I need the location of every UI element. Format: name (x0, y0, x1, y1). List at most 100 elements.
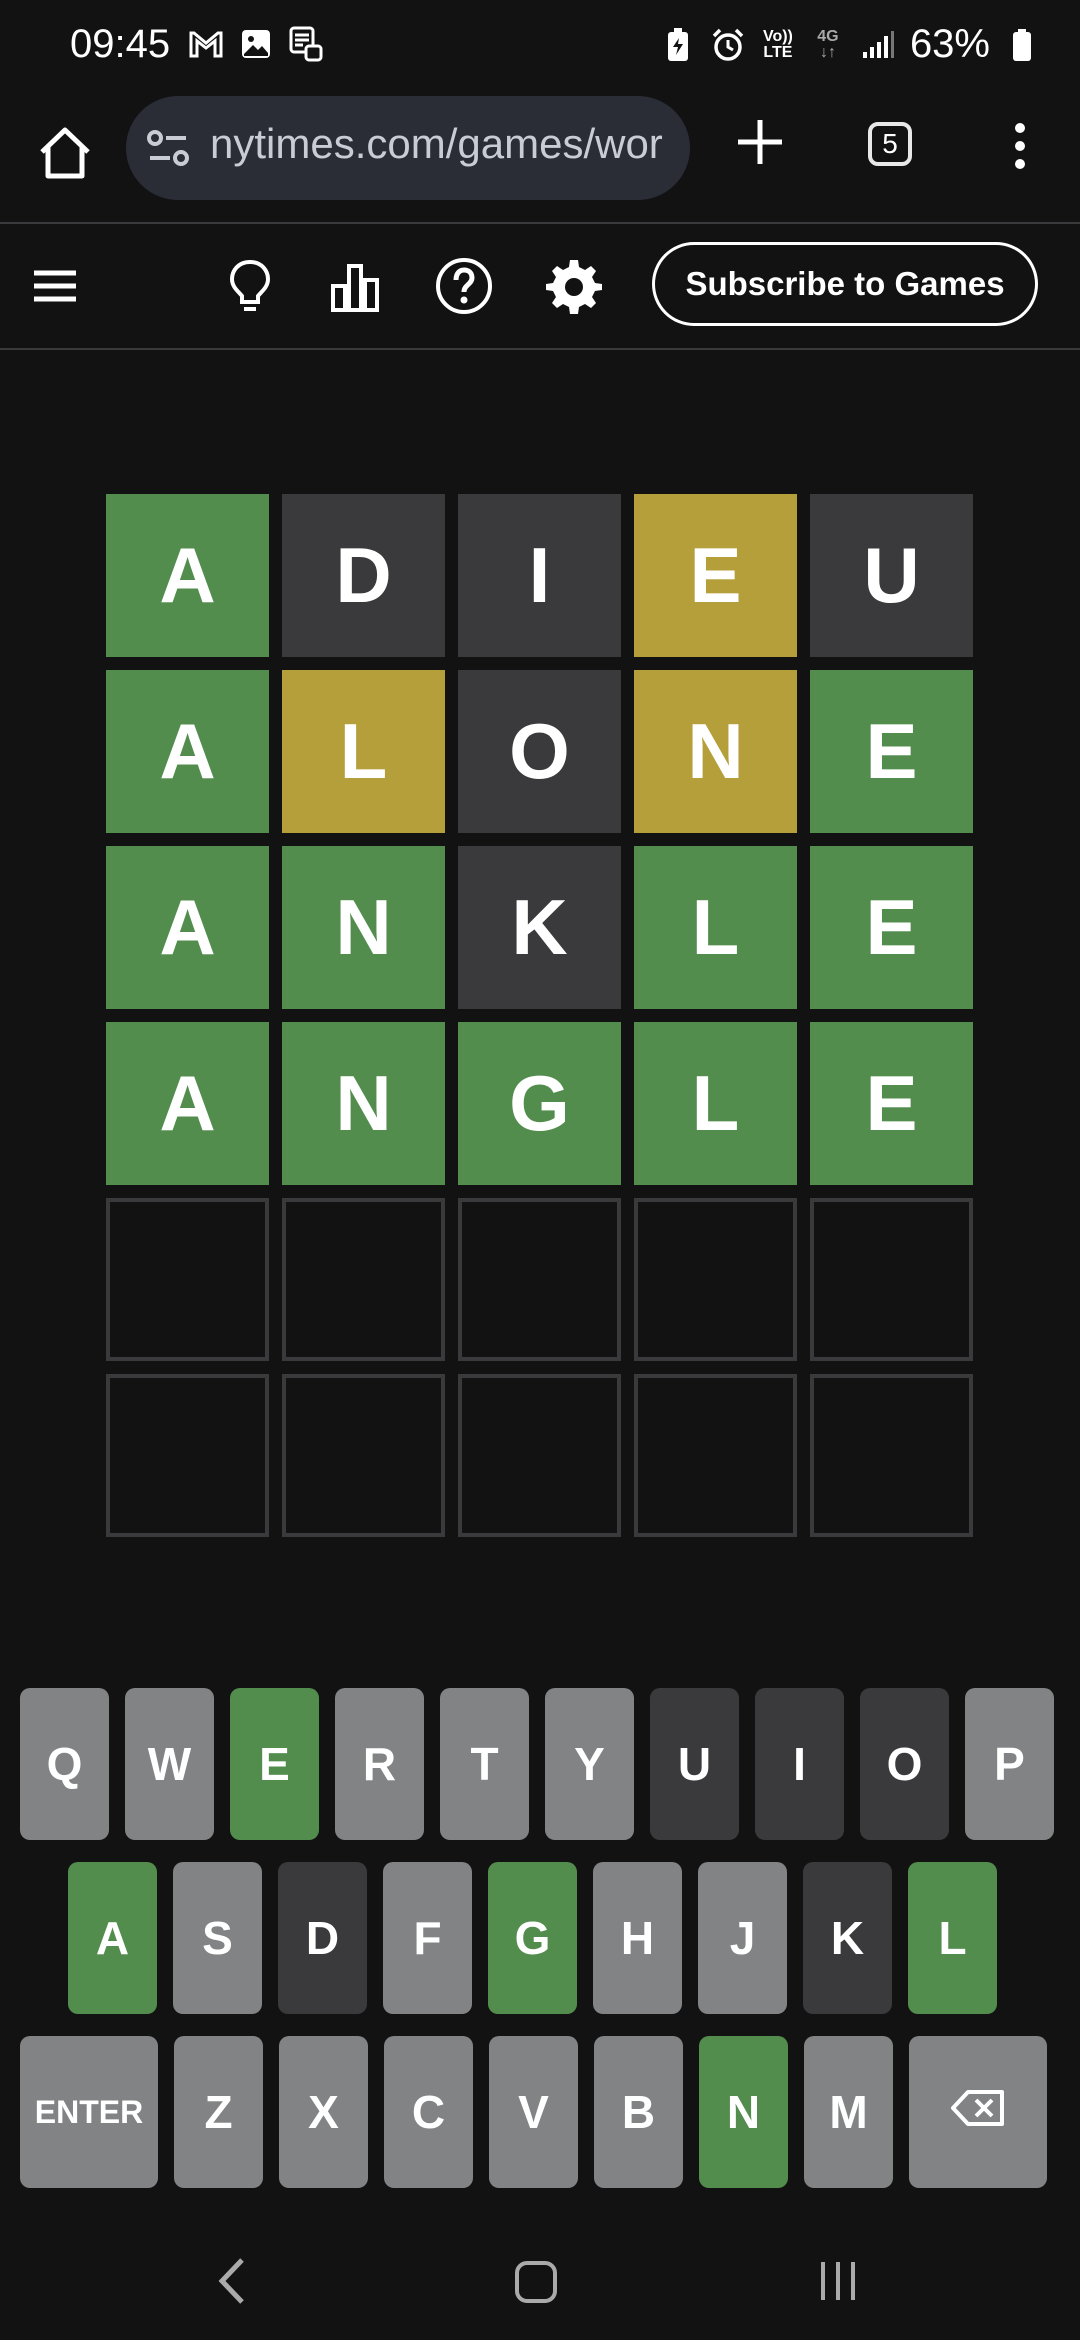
status-right-icons: Vo)) LTE 4G ↓↑ 63% (660, 22, 1040, 67)
key-o[interactable]: O (860, 1688, 949, 1840)
board-row: ANGLE (106, 1022, 974, 1185)
data-4g-icon: 4G ↓↑ (817, 27, 839, 61)
tile: G (458, 1022, 621, 1185)
nav-home-icon[interactable] (514, 2260, 558, 2304)
browser-home-button[interactable] (30, 118, 100, 188)
key-u[interactable]: U (650, 1688, 739, 1840)
tile: E (810, 670, 973, 833)
tile: L (634, 1022, 797, 1185)
new-tab-button[interactable] (730, 112, 790, 172)
game-board: ADIEUALONEANKLEANGLE (106, 494, 974, 1550)
board-row (106, 1374, 974, 1537)
plus-icon (738, 120, 782, 164)
on-screen-keyboard: Q W E R T Y U I O P A S D F G H J K L ENTER Z X C V B N M (20, 1688, 1060, 2210)
game-header: Subscribe to Games (0, 224, 1080, 348)
gmail-icon (188, 26, 224, 62)
key-n[interactable]: N (699, 2036, 788, 2188)
tile (458, 1374, 621, 1537)
key-z[interactable]: Z (174, 2036, 263, 2188)
keyboard-row: QWERTYUIOP (20, 1688, 1060, 1840)
tile: I (458, 494, 621, 657)
settings-gear-icon[interactable] (544, 256, 604, 316)
signal-icon (860, 27, 896, 63)
volte-icon: Vo)) LTE (762, 27, 793, 61)
key-m[interactable]: M (804, 2036, 893, 2188)
battery-icon (1004, 27, 1040, 63)
tile (634, 1374, 797, 1537)
nav-back-icon[interactable] (212, 2256, 252, 2306)
key-x[interactable]: X (279, 2036, 368, 2188)
key-l[interactable]: L (908, 1862, 997, 2014)
key-r[interactable]: R (335, 1688, 424, 1840)
subscribe-button[interactable]: Subscribe to Games (652, 242, 1038, 326)
tile: K (458, 846, 621, 1009)
key-i[interactable]: I (755, 1688, 844, 1840)
tile: E (810, 1022, 973, 1185)
url-text: nytimes.com/games/wor (210, 120, 663, 167)
keyboard-row: ASDFGHJKL (20, 1862, 1060, 2014)
tile: L (634, 846, 797, 1009)
tile (106, 1198, 269, 1361)
key-b[interactable]: B (594, 2036, 683, 2188)
screenshot-icon (288, 26, 324, 62)
tile (458, 1198, 621, 1361)
tile: A (106, 670, 269, 833)
tile (282, 1198, 445, 1361)
backspace-icon (950, 2085, 1006, 2139)
more-vertical-icon (1015, 123, 1025, 169)
board-row (106, 1198, 974, 1361)
divider (0, 348, 1080, 350)
tile: N (282, 1022, 445, 1185)
key-c[interactable]: C (384, 2036, 473, 2188)
tile (282, 1374, 445, 1537)
system-nav-bar (0, 2210, 1080, 2340)
tile: N (634, 670, 797, 833)
backspace-key[interactable] (909, 2036, 1047, 2188)
help-icon[interactable] (434, 256, 494, 316)
status-time: 09:45 (70, 22, 171, 66)
address-bar[interactable]: nytimes.com/games/wor (126, 96, 690, 200)
home-icon (40, 127, 90, 179)
board-row: ADIEU (106, 494, 974, 657)
tile: A (106, 1022, 269, 1185)
key-h[interactable]: H (593, 1862, 682, 2014)
key-y[interactable]: Y (545, 1688, 634, 1840)
key-q[interactable]: Q (20, 1688, 109, 1840)
key-g[interactable]: G (488, 1862, 577, 2014)
gallery-icon (238, 26, 274, 62)
tile: D (282, 494, 445, 657)
tile: A (106, 494, 269, 657)
keyboard-row: ENTER Z X C V B N M (20, 2036, 1060, 2188)
key-j[interactable]: J (698, 1862, 787, 2014)
tile (810, 1198, 973, 1361)
tile: E (810, 846, 973, 1009)
tab-switcher-button[interactable]: 5 (868, 122, 912, 166)
nav-recents-icon[interactable] (815, 2258, 861, 2304)
enter-key[interactable]: ENTER (20, 2036, 158, 2188)
tile (106, 1374, 269, 1537)
key-p[interactable]: P (965, 1688, 1054, 1840)
status-notification-icons (188, 26, 324, 62)
key-t[interactable]: T (440, 1688, 529, 1840)
tile: O (458, 670, 621, 833)
tile: U (810, 494, 973, 657)
key-k[interactable]: K (803, 1862, 892, 2014)
battery-percent: 63% (909, 22, 990, 66)
site-settings-icon[interactable] (146, 126, 190, 170)
tile: N (282, 846, 445, 1009)
battery-saver-icon (660, 27, 696, 63)
key-a[interactable]: A (68, 1862, 157, 2014)
key-f[interactable]: F (383, 1862, 472, 2014)
board-row: ANKLE (106, 846, 974, 1009)
key-e[interactable]: E (230, 1688, 319, 1840)
lightbulb-hint-icon[interactable] (220, 256, 280, 316)
key-w[interactable]: W (125, 1688, 214, 1840)
key-s[interactable]: S (173, 1862, 262, 2014)
hamburger-menu-icon[interactable] (32, 266, 78, 306)
key-v[interactable]: V (489, 2036, 578, 2188)
tile: E (634, 494, 797, 657)
tile: L (282, 670, 445, 833)
key-d[interactable]: D (278, 1862, 367, 2014)
browser-menu-button[interactable] (1000, 116, 1040, 176)
stats-icon[interactable] (325, 256, 385, 316)
